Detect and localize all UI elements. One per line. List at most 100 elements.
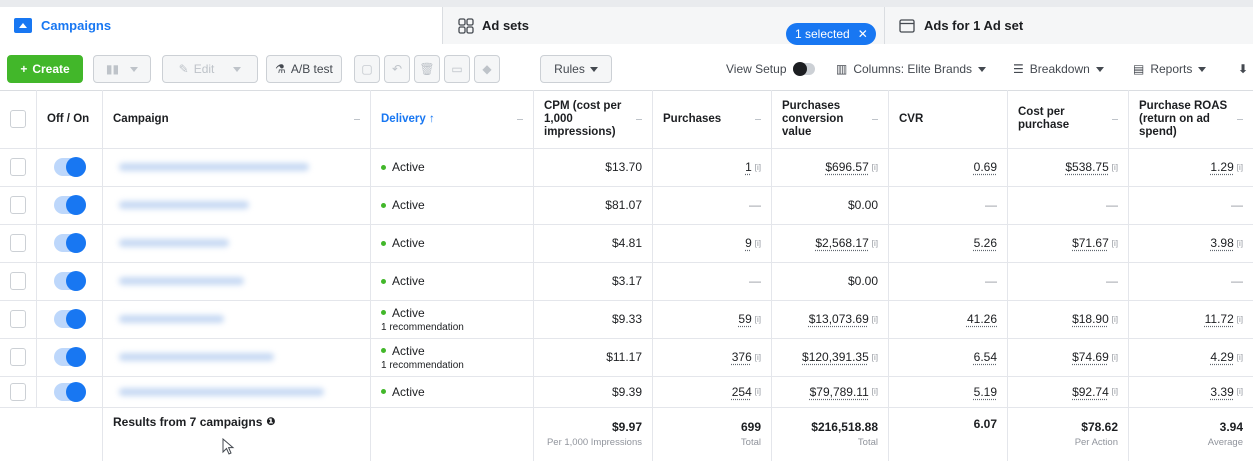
duplicate-button[interactable]: ▮▮ — [93, 55, 151, 83]
campaign-name-blurred[interactable] — [119, 239, 229, 247]
header-purchases[interactable]: Purchases — [653, 90, 772, 148]
header-delivery[interactable]: Delivery ↑ — [371, 90, 534, 148]
table-row[interactable]: Active $3.17 — $0.00 — — — — [0, 262, 1253, 301]
row-cvr-value[interactable]: 0.69 — [974, 160, 997, 174]
campaign-name-blurred[interactable] — [119, 315, 224, 323]
row-roas-value[interactable]: 3.39 — [1210, 385, 1233, 399]
header-cpm[interactable]: CPM (cost per 1,000 impressions) — [534, 90, 653, 148]
row-purchases-value[interactable]: 376 — [732, 350, 752, 364]
recommendation-label[interactable]: 1 recommendation — [381, 322, 464, 333]
row-delivery-cell: Active — [371, 186, 534, 224]
rules-button[interactable]: Rules — [540, 55, 612, 83]
row-purchases-value[interactable]: 254 — [732, 385, 752, 399]
row-cost-value[interactable]: $74.69 — [1072, 350, 1109, 364]
tab-ads[interactable]: Ads for 1 Ad set — [884, 7, 1253, 44]
campaign-on-toggle[interactable] — [53, 271, 86, 291]
row-campaign-cell — [103, 376, 371, 407]
selected-pill[interactable]: 1 selected ✕ — [786, 23, 876, 45]
row-delivery-cell: Active 1 recommendation — [371, 338, 534, 376]
row-checkbox[interactable] — [10, 234, 26, 252]
row-delivery-cell: Active — [371, 148, 534, 186]
row-purchases-value[interactable]: 59 — [738, 312, 751, 326]
row-cvr-value[interactable]: 6.54 — [974, 350, 997, 364]
recommendation-label[interactable]: 1 recommendation — [381, 360, 464, 371]
row-cvr-cell: 5.19 — [889, 376, 1008, 407]
undo-button[interactable]: ↶ — [384, 55, 410, 83]
reports-dropdown[interactable]: ▤ Reports — [1133, 62, 1207, 76]
row-conv_value-value[interactable]: $2,568.17 — [815, 236, 868, 250]
info-sup-icon: [i] — [754, 352, 761, 362]
row-roas-value: — — [1231, 198, 1243, 212]
row-campaign-cell — [103, 186, 371, 224]
table-row[interactable]: Active $13.70 1 [i] $696.57 [i] 0.69 $538.75 [i… — [0, 148, 1253, 187]
view-setup-toggle[interactable]: View Setup — [726, 62, 815, 76]
table-row[interactable]: Active $4.81 9 [i] $2,568.17 [i] 5.26 $71.67 [i… — [0, 224, 1253, 263]
view-setup-switch[interactable] — [792, 62, 815, 76]
row-conv_value-value[interactable]: $120,391.35 — [802, 350, 869, 364]
row-purchases-value[interactable]: 1 — [745, 160, 752, 174]
row-checkbox-cell — [0, 224, 37, 262]
table-row[interactable]: Active $9.39 254 [i] $79,789.11 [i] 5.19 $92.7… — [0, 376, 1253, 408]
campaign-on-toggle[interactable] — [53, 381, 86, 402]
sort-handle-icon — [1237, 119, 1243, 120]
row-roas-value[interactable]: 1.29 — [1210, 160, 1233, 174]
breakdown-dropdown[interactable]: ☰ Breakdown — [1013, 62, 1104, 76]
header-roas[interactable]: Purchase ROAS (return on ad spend) — [1129, 90, 1253, 148]
header-campaign[interactable]: Campaign — [103, 90, 371, 148]
header-cost-per-purchase[interactable]: Cost per purchase — [1008, 90, 1129, 148]
row-checkbox[interactable] — [10, 310, 26, 328]
table-row[interactable]: Active 1 recommendation $9.33 59 [i] $13,07… — [0, 300, 1253, 339]
row-roas-value[interactable]: 3.98 — [1210, 236, 1233, 250]
edit-button[interactable]: ✎ Edit — [162, 55, 258, 83]
row-cost-value[interactable]: $18.90 — [1072, 312, 1109, 326]
row-cvr-value[interactable]: 5.19 — [974, 385, 997, 399]
campaign-name-blurred[interactable] — [119, 163, 309, 171]
sort-handle-icon — [354, 119, 360, 120]
campaign-on-toggle[interactable] — [53, 309, 86, 329]
header-cvr[interactable]: CVR — [889, 90, 1008, 148]
row-cost-value[interactable]: $538.75 — [1065, 160, 1108, 174]
row-conv_value-value[interactable]: $79,789.11 — [810, 385, 869, 399]
select-all-checkbox[interactable] — [10, 110, 26, 128]
row-purchases-value[interactable]: 9 — [745, 236, 752, 250]
clipboard-button[interactable]: ▢ — [354, 55, 380, 83]
row-checkbox[interactable] — [10, 382, 26, 401]
campaign-name-blurred[interactable] — [119, 201, 249, 209]
row-checkbox[interactable] — [10, 196, 26, 214]
row-checkbox[interactable] — [10, 348, 26, 366]
header-conv-value[interactable]: Purchases conversion value — [772, 90, 889, 148]
row-roas-value[interactable]: 4.29 — [1210, 350, 1233, 364]
tab-campaigns[interactable]: Campaigns — [0, 7, 442, 44]
row-conv_value-value[interactable]: $13,073.69 — [809, 312, 869, 326]
campaign-on-toggle[interactable] — [53, 195, 86, 215]
create-button[interactable]: + Create — [7, 55, 83, 83]
row-cost-value[interactable]: $92.74 — [1072, 385, 1109, 399]
table-row[interactable]: Active $81.07 — $0.00 — — — — [0, 186, 1253, 225]
row-roas-value[interactable]: 11.72 — [1205, 312, 1234, 326]
row-conv_value-value[interactable]: $696.57 — [825, 160, 868, 174]
row-purchases-cell: — — [653, 262, 772, 300]
tag-button[interactable]: ◆ — [474, 55, 500, 83]
export-button[interactable]: ⬇ — [1238, 62, 1248, 76]
row-cpm-value: $13.70 — [605, 160, 642, 174]
columns-label: Columns: Elite Brands — [853, 62, 973, 76]
table-row[interactable]: Active 1 recommendation $11.17 376 [i] $120… — [0, 338, 1253, 377]
row-checkbox[interactable] — [10, 158, 26, 176]
campaign-on-toggle[interactable] — [53, 157, 86, 177]
campaign-name-blurred[interactable] — [119, 277, 244, 285]
row-checkbox[interactable] — [10, 272, 26, 290]
ab-test-button[interactable]: ⚗ A/B test — [266, 55, 342, 83]
row-cost-value[interactable]: $71.67 — [1072, 236, 1109, 250]
campaign-on-toggle[interactable] — [53, 233, 86, 253]
row-checkbox-cell — [0, 186, 37, 224]
campaign-on-toggle[interactable] — [53, 347, 86, 367]
close-icon[interactable]: ✕ — [858, 27, 868, 41]
row-cvr-value[interactable]: 5.26 — [974, 236, 997, 250]
info-icon[interactable]: ❶ — [266, 415, 275, 428]
campaign-name-blurred[interactable] — [119, 353, 274, 361]
campaign-name-blurred[interactable] — [119, 387, 324, 396]
columns-dropdown[interactable]: ▥ Columns: Elite Brands — [836, 62, 987, 76]
row-cvr-value[interactable]: 41.26 — [967, 312, 997, 326]
preview-button[interactable]: ▭ — [444, 55, 470, 83]
delete-button[interactable]: 🗑 — [414, 55, 440, 83]
